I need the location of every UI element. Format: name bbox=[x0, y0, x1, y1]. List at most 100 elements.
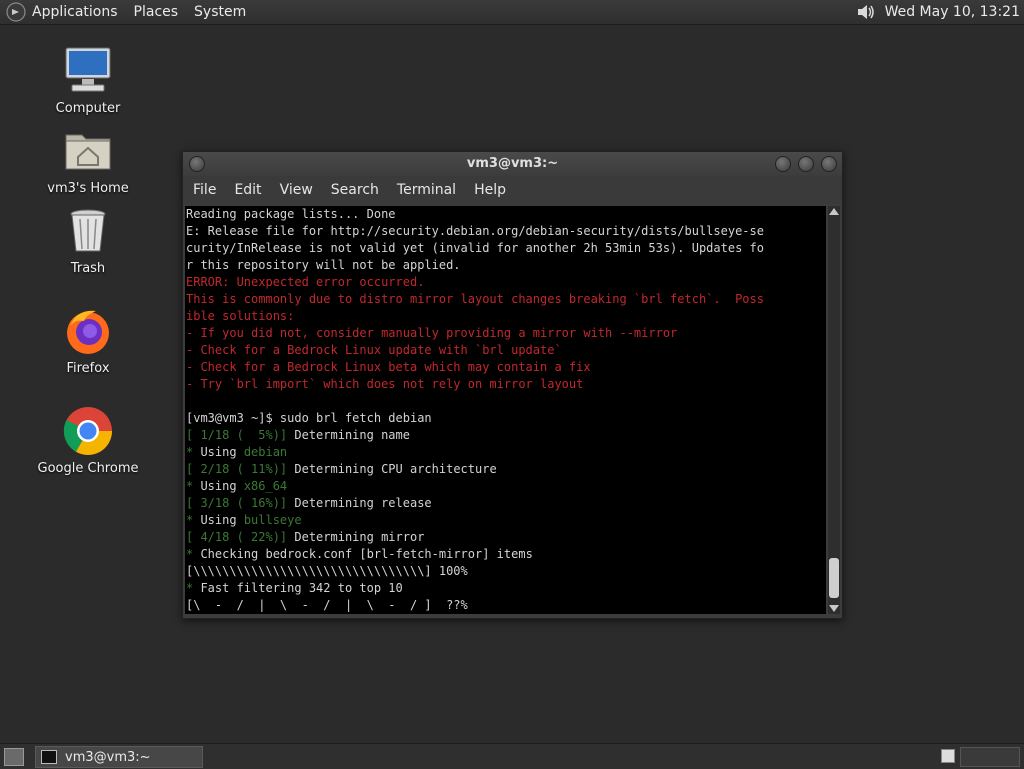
terminal-text-segment: [ 1/18 ( 5%)] bbox=[186, 428, 288, 442]
bottom-panel: vm3@vm3:~ bbox=[0, 743, 1024, 769]
terminal-line: [\\\\\\\\\\\\\\\\\\\\\\\\\\\\\\\\] 100% bbox=[186, 563, 826, 580]
places-menu[interactable]: Places bbox=[134, 4, 179, 20]
terminal-text: Reading package lists... Done E: Release … bbox=[185, 206, 826, 614]
desktop-icon-chrome[interactable]: Google Chrome bbox=[28, 405, 148, 476]
terminal-text-segment: Fast filtering 342 to top 10 bbox=[193, 581, 403, 595]
workspace-pager[interactable] bbox=[960, 747, 1020, 767]
chrome-icon bbox=[63, 407, 112, 456]
terminal-menubar: File Edit View Search Terminal Help bbox=[183, 176, 842, 204]
taskbar-button-label: vm3@vm3:~ bbox=[65, 749, 151, 765]
gnome-foot-icon[interactable] bbox=[6, 2, 26, 22]
terminal-line: [ 3/18 ( 16%)] Determining release bbox=[186, 495, 826, 512]
desktop-icon-firefox[interactable]: Firefox bbox=[28, 305, 148, 376]
terminal-line: This is commonly due to distro mirror la… bbox=[186, 291, 826, 308]
terminal-line: [ 4/18 ( 22%)] Determining mirror bbox=[186, 529, 826, 546]
desktop-icon-label: vm3's Home bbox=[47, 181, 129, 196]
menu-edit[interactable]: Edit bbox=[234, 182, 261, 198]
clock[interactable]: Wed May 10, 13:21 bbox=[885, 4, 1020, 20]
terminal-line: r this repository will not be applied. bbox=[186, 257, 826, 274]
close-button[interactable] bbox=[821, 156, 837, 172]
terminal-line: [ 2/18 ( 11%)] Determining CPU architect… bbox=[186, 461, 826, 478]
terminal-icon bbox=[41, 750, 57, 764]
desktop-icon-label: Firefox bbox=[66, 361, 110, 376]
firefox-icon bbox=[67, 310, 109, 354]
applications-menu[interactable]: Applications bbox=[32, 4, 118, 20]
terminal-output[interactable]: Reading package lists... Done E: Release … bbox=[185, 206, 826, 614]
window-titlebar[interactable]: vm3@vm3:~ bbox=[183, 152, 842, 176]
terminal-text-segment: bullseye bbox=[243, 513, 302, 527]
terminal-line: * Checking bedrock.conf [brl-fetch-mirro… bbox=[186, 546, 826, 563]
terminal-text-segment: - If you did not, consider manually prov… bbox=[186, 326, 678, 340]
desktop-icon-trash[interactable]: Trash bbox=[28, 205, 148, 276]
maximize-button[interactable] bbox=[798, 156, 814, 172]
terminal-line: E: Release file for http://security.debi… bbox=[186, 223, 826, 240]
terminal-text-segment: Using bbox=[193, 479, 244, 493]
terminal-text-segment: ible solutions: bbox=[186, 309, 295, 323]
terminal-line: * Using bullseye bbox=[186, 512, 826, 529]
terminal-text-segment: ERROR: Unexpected error occurred. bbox=[186, 275, 425, 289]
terminal-line: ERROR: Unexpected error occurred. bbox=[186, 274, 826, 291]
terminal-line: - Try `brl import` which does not rely o… bbox=[186, 376, 826, 393]
scroll-down-arrow-icon[interactable] bbox=[829, 605, 839, 612]
terminal-line: [\ - / | \ - / | \ - / ] ??% bbox=[186, 597, 826, 614]
terminal-text-segment: This is commonly due to distro mirror la… bbox=[186, 292, 764, 306]
scrollbar-thumb[interactable] bbox=[829, 558, 839, 598]
terminal-text-segment: E: Release file for http://security.debi… bbox=[186, 224, 764, 238]
terminal-line: [vm3@vm3 ~]$ sudo brl fetch debian bbox=[186, 410, 826, 427]
terminal-line: curity/InRelease is not valid yet (inval… bbox=[186, 240, 826, 257]
terminal-text-segment: [ 4/18 ( 22%)] bbox=[186, 530, 288, 544]
show-desktop-icon[interactable] bbox=[4, 748, 24, 766]
top-panel: Applications Places System Wed May 10, 1… bbox=[0, 0, 1024, 25]
terminal-line: - Check for a Bedrock Linux update with … bbox=[186, 342, 826, 359]
terminal-text-segment: [ 3/18 ( 16%)] bbox=[186, 496, 288, 510]
terminal-text-segment: [ 2/18 ( 11%)] bbox=[186, 462, 288, 476]
volume-icon[interactable] bbox=[855, 1, 877, 23]
desktop-icon-label: Trash bbox=[70, 261, 106, 276]
window-title: vm3@vm3:~ bbox=[466, 156, 559, 171]
workspace-switcher[interactable] bbox=[941, 749, 955, 763]
menu-search[interactable]: Search bbox=[331, 182, 379, 198]
terminal-text-segment: - Try `brl import` which does not rely o… bbox=[186, 377, 584, 391]
terminal-text-segment: x86_64 bbox=[243, 479, 288, 493]
terminal-text-segment: Determining name bbox=[287, 428, 410, 442]
panel-tray: Wed May 10, 13:21 bbox=[855, 0, 1020, 24]
terminal-line: Reading package lists... Done bbox=[186, 206, 826, 223]
terminal-window: vm3@vm3:~ File Edit View Search Terminal… bbox=[182, 151, 843, 619]
vertical-scrollbar[interactable] bbox=[828, 206, 840, 614]
terminal-line: - Check for a Bedrock Linux beta which m… bbox=[186, 359, 826, 376]
terminal-text-segment: Checking bedrock.conf [brl-fetch-mirror]… bbox=[193, 547, 533, 561]
terminal-line: - If you did not, consider manually prov… bbox=[186, 325, 826, 342]
terminal-line: * Fast filtering 342 to top 10 bbox=[186, 580, 826, 597]
terminal-line: [ 1/18 ( 5%)] Determining name bbox=[186, 427, 826, 444]
terminal-text-segment: Using bbox=[193, 513, 244, 527]
terminal-text-segment: - Check for a Bedrock Linux beta which m… bbox=[186, 360, 591, 374]
menu-file[interactable]: File bbox=[193, 182, 216, 198]
terminal-text-segment: [\ - / | \ - / | \ - / ] ??% bbox=[186, 598, 468, 612]
terminal-line: * Using x86_64 bbox=[186, 478, 826, 495]
system-menu[interactable]: System bbox=[194, 4, 246, 20]
taskbar-button-terminal[interactable]: vm3@vm3:~ bbox=[35, 746, 203, 768]
trash-icon bbox=[70, 209, 106, 252]
computer-icon bbox=[65, 47, 111, 92]
terminal-text-segment: [\\\\\\\\\\\\\\\\\\\\\\\\\\\\\\\\] 100% bbox=[186, 564, 468, 578]
scroll-up-arrow-icon[interactable] bbox=[829, 208, 839, 215]
minimize-button[interactable] bbox=[775, 156, 791, 172]
desktop-icon-label: Google Chrome bbox=[37, 461, 139, 476]
terminal-text-segment: r this repository will not be applied. bbox=[186, 258, 461, 272]
terminal-line: * Using debian bbox=[186, 444, 826, 461]
terminal-text-segment: - Check for a Bedrock Linux update with … bbox=[186, 343, 562, 357]
desktop-icon-label: Computer bbox=[55, 101, 121, 116]
menu-terminal[interactable]: Terminal bbox=[397, 182, 456, 198]
menu-help[interactable]: Help bbox=[474, 182, 506, 198]
terminal-line: ible solutions: bbox=[186, 308, 826, 325]
desktop-icon-computer[interactable]: Computer bbox=[28, 45, 148, 116]
home-folder-icon bbox=[65, 134, 111, 170]
desktop-icon-home[interactable]: vm3's Home bbox=[28, 125, 148, 196]
terminal-text-segment: Reading package lists... Done bbox=[186, 207, 396, 221]
terminal-text-segment: Determining CPU architecture bbox=[287, 462, 497, 476]
terminal-text-segment: Using bbox=[193, 445, 244, 459]
menu-view[interactable]: View bbox=[280, 182, 313, 198]
terminal-text-segment: Determining mirror bbox=[287, 530, 425, 544]
terminal-text-segment: [vm3@vm3 ~]$ sudo brl fetch debian bbox=[186, 411, 432, 425]
